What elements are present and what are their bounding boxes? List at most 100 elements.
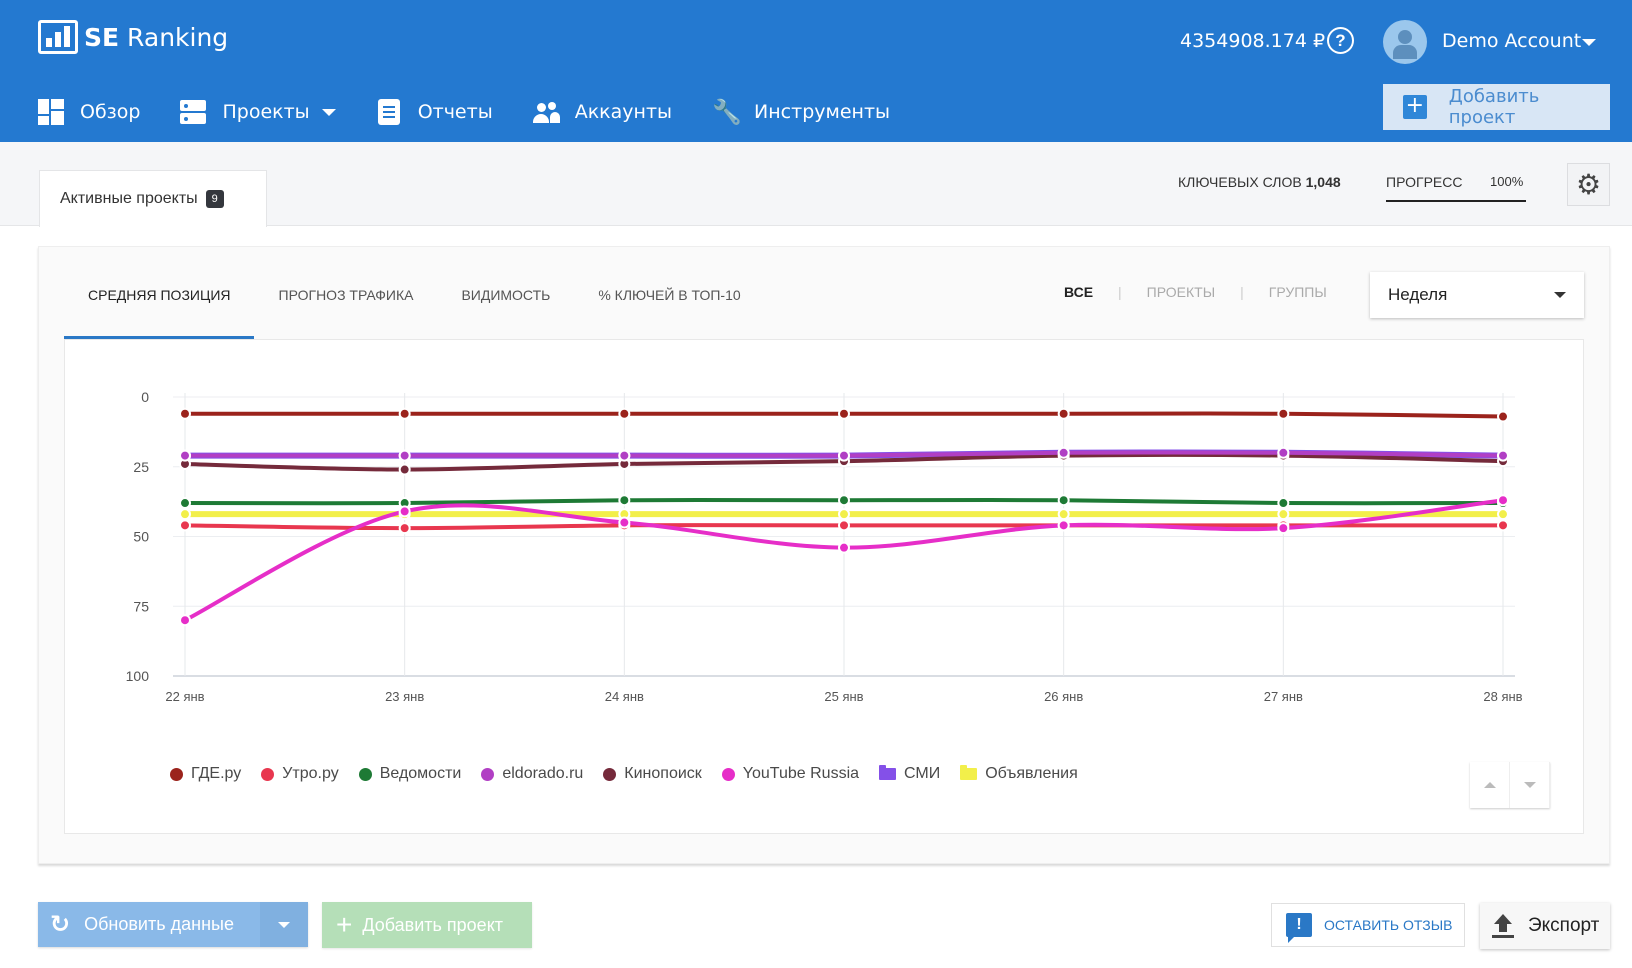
y-tick-label: 75 — [133, 598, 149, 614]
data-point — [838, 407, 850, 420]
data-point — [1277, 508, 1290, 521]
users-icon — [532, 99, 560, 125]
legend-label: eldorado.ru — [502, 765, 584, 782]
feedback-icon: ! — [1286, 913, 1312, 943]
data-point — [1277, 446, 1290, 459]
legend-item[interactable]: ГДЕ.ру — [170, 765, 241, 783]
legend-scroll — [1470, 762, 1550, 808]
legend-item[interactable]: Объявления — [960, 765, 1078, 783]
folder-icon — [960, 765, 978, 780]
account-name[interactable]: Demo Account — [1442, 30, 1581, 52]
data-point — [838, 541, 850, 554]
filter-groups[interactable]: ГРУППЫ — [1269, 284, 1327, 300]
scroll-up-button[interactable] — [1470, 762, 1510, 808]
data-point — [838, 508, 850, 521]
data-point — [618, 449, 631, 462]
refresh-options-toggle[interactable] — [260, 902, 308, 947]
export-label: Экспорт — [1528, 915, 1600, 936]
logo-text-bold: SE — [84, 22, 120, 52]
legend-label: Утро.ру — [282, 765, 339, 782]
nav-label: Обзор — [80, 101, 141, 123]
refresh-data-button[interactable]: ↻ Обновить данные — [38, 902, 308, 947]
export-button[interactable]: Экспорт — [1480, 903, 1610, 949]
progress-bar — [1386, 200, 1526, 202]
add-project-bottom-button[interactable]: + Добавить проект — [322, 902, 532, 948]
data-point — [179, 497, 191, 510]
filter-projects[interactable]: ПРОЕКТЫ — [1147, 284, 1215, 300]
chevron-down-icon — [321, 108, 336, 116]
line-chart: 0 25 50 75 100 22 янв 23 янв 24 янв 25 янв 26 ян… — [126, 389, 1523, 704]
legend-dot-icon — [358, 767, 372, 781]
data-point — [1057, 519, 1070, 532]
legend-item[interactable]: YouTube Russia — [721, 765, 859, 783]
tab-top10-keywords[interactable]: % КЛЮЧЕЙ В ТОП-10 — [574, 272, 764, 340]
data-point — [179, 508, 191, 521]
chevron-down-icon[interactable] — [1582, 39, 1596, 46]
x-tick-label: 26 янв — [1044, 689, 1083, 704]
logo[interactable]: SE Ranking — [38, 20, 228, 54]
upload-icon — [1492, 914, 1514, 938]
legend-item[interactable]: eldorado.ru — [481, 765, 583, 783]
data-point — [1057, 494, 1070, 507]
data-point — [398, 505, 411, 518]
legend-dot-icon — [603, 767, 617, 781]
data-point — [838, 519, 850, 532]
tab-average-position[interactable]: СРЕДНЯЯ ПОЗИЦИЯ — [64, 272, 255, 340]
chevron-down-icon — [1523, 782, 1536, 788]
folder-icon — [879, 765, 897, 780]
question-circle-icon[interactable]: ? — [1327, 27, 1354, 54]
data-point — [1277, 497, 1290, 510]
gear-icon: ⚙ — [1575, 169, 1602, 200]
tab-visibility[interactable]: ВИДИМОСТЬ — [437, 272, 574, 340]
data-point — [618, 494, 631, 507]
legend-dot-icon — [481, 767, 495, 781]
nav-item-reports[interactable]: Отчеты — [376, 99, 493, 125]
filter-all[interactable]: ВСЕ — [1064, 284, 1093, 300]
data-point — [838, 494, 850, 507]
logo-text: Ranking — [127, 22, 229, 52]
add-project-button[interactable]: + Добавить проект — [1383, 84, 1610, 130]
y-tick-label: 50 — [133, 529, 149, 545]
data-point — [398, 463, 411, 476]
tab-active-projects[interactable]: Активные проекты 9 — [39, 170, 267, 227]
data-point — [179, 449, 191, 462]
x-tick-label: 27 янв — [1264, 689, 1303, 704]
tab-traffic-forecast[interactable]: ПРОГНОЗ ТРАФИКА — [255, 272, 438, 340]
period-select[interactable]: Неделя — [1370, 272, 1584, 318]
refresh-icon: ↻ — [50, 911, 71, 938]
nav-item-accounts[interactable]: Аккаунты — [532, 99, 672, 125]
plus-icon: + — [336, 909, 353, 940]
avatar[interactable] — [1383, 20, 1427, 64]
settings-button[interactable]: ⚙ — [1567, 163, 1610, 206]
projects-icon — [180, 99, 207, 125]
logo-icon — [38, 20, 78, 54]
legend-dot-icon — [261, 767, 275, 781]
data-point — [1277, 522, 1290, 535]
legend-item[interactable]: Кинопоиск — [603, 765, 702, 783]
main-nav: Обзор Проекты Отчеты Аккаунты 🔧 Инструме… — [38, 93, 930, 131]
add-project-label: Добавить проект — [1448, 86, 1540, 128]
scroll-down-button[interactable] — [1510, 762, 1550, 808]
keywords-value: 1,048 — [1305, 174, 1341, 190]
nav-label: Отчеты — [417, 101, 493, 123]
feedback-button[interactable]: ! ОСТАВИТЬ ОТЗЫВ — [1271, 903, 1465, 947]
refresh-label: Обновить данные — [84, 914, 234, 934]
wrench-icon: 🔧 — [712, 98, 742, 126]
nav-item-overview[interactable]: Обзор — [38, 99, 140, 125]
data-point — [838, 449, 850, 462]
data-point — [618, 407, 631, 420]
data-point — [1497, 519, 1509, 532]
account-balance[interactable]: 4354908.174 ₽ — [1180, 30, 1325, 52]
chart-area: 0 25 50 75 100 22 янв 23 янв 24 янв 25 янв 26 ян… — [64, 339, 1584, 834]
nav-item-tools[interactable]: 🔧 Инструменты — [712, 99, 890, 125]
data-point — [1497, 410, 1509, 423]
data-point — [618, 516, 631, 529]
legend-item[interactable]: СМИ — [879, 765, 940, 783]
data-point — [1497, 449, 1509, 462]
legend-item[interactable]: Утро.ру — [261, 765, 339, 783]
data-point — [1057, 446, 1070, 459]
nav-item-projects[interactable]: Проекты — [180, 99, 336, 125]
legend-item[interactable]: Ведомости — [358, 765, 461, 783]
data-point — [1497, 494, 1509, 507]
data-point — [179, 407, 191, 420]
